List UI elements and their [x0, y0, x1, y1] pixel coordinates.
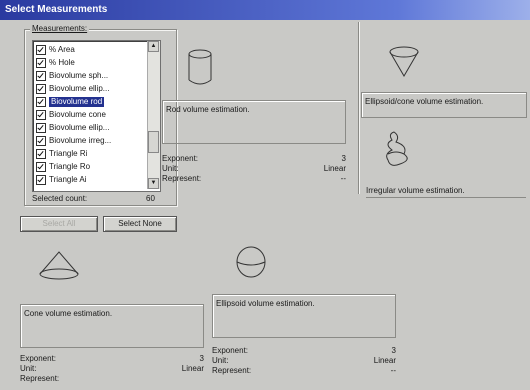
checkbox[interactable] [36, 174, 46, 185]
select-all-button[interactable]: Select All [20, 216, 98, 232]
represent-value: -- [390, 366, 396, 375]
unit-value: Linear [181, 364, 204, 373]
exponent-label: Exponent: [20, 354, 57, 363]
list-item[interactable]: Biovolume cone [36, 109, 141, 120]
list-item[interactable]: Biovolume ellip... [36, 122, 141, 133]
scroll-up-icon[interactable]: ▲ [148, 41, 159, 52]
scroll-down-icon[interactable]: ▼ [148, 178, 159, 189]
cone-icon [39, 251, 79, 280]
checkbox[interactable] [36, 161, 46, 172]
list-item[interactable]: Triangle Ro [36, 161, 141, 172]
list-item-label: Triangle Ri [49, 148, 88, 158]
list-item-label: Biovolume irreg... [49, 135, 112, 145]
selected-count-value: 60 [146, 194, 155, 203]
unit-value: Linear [323, 164, 346, 173]
checkbox[interactable] [36, 57, 46, 68]
exponent-value: 3 [391, 346, 396, 355]
represent-label: Represent: [212, 366, 252, 375]
exponent-value: 3 [341, 154, 346, 163]
selected-count-label: Selected count: [32, 194, 88, 203]
unit-label: Unit: [212, 356, 229, 365]
select-none-button[interactable]: Select None [103, 216, 177, 232]
ellipsoid-cone-icon [389, 46, 419, 77]
list-item[interactable]: Triangle Ri [36, 148, 141, 159]
cylinder-icon [188, 49, 212, 85]
checkbox[interactable] [36, 109, 46, 120]
exponent-value: 3 [199, 354, 204, 363]
checkbox[interactable] [36, 122, 46, 133]
ellipsoid-properties: Exponent: 3 Unit: Linear Represent: -- [212, 346, 396, 376]
list-item[interactable]: % Area [36, 44, 141, 55]
cone-description: Cone volume estimation. [20, 304, 204, 348]
checkbox[interactable] [36, 135, 46, 146]
list-item-label: % Area [49, 44, 75, 54]
represent-label: Represent: [20, 374, 60, 383]
cone-properties: Exponent: 3 Unit: Linear Represent: [20, 354, 204, 384]
unit-label: Unit: [162, 164, 179, 173]
represent-label: Represent: [162, 174, 202, 183]
unit-label: Unit: [20, 364, 37, 373]
list-item[interactable]: Biovolume rod [36, 96, 141, 107]
measurements-list[interactable]: % Area % Hole Biovolume sph... Biovolume el… [32, 40, 161, 192]
checkbox[interactable] [36, 83, 46, 94]
window-title: Select Measurements [0, 0, 530, 20]
checkbox[interactable] [36, 44, 46, 55]
exponent-label: Exponent: [162, 154, 199, 163]
list-item-label: Biovolume ellip... [49, 83, 110, 93]
list-item-label: % Hole [49, 57, 75, 67]
rod-properties: Exponent: 3 Unit: Linear Represent: -- [162, 154, 346, 184]
exponent-label: Exponent: [212, 346, 249, 355]
ellipsoid-icon [236, 246, 266, 278]
list-item[interactable]: Biovolume ellip... [36, 83, 141, 94]
scroll-thumb[interactable] [148, 131, 159, 153]
list-item-label: Triangle Ro [49, 161, 91, 171]
ellipsoid-description: Ellipsoid volume estimation. [212, 294, 396, 338]
list-item-label: Triangle Ai [49, 174, 87, 184]
list-item[interactable]: Biovolume sph... [36, 70, 141, 81]
rod-description: Rod volume estimation. [162, 100, 346, 144]
represent-value: -- [340, 174, 346, 183]
irregular-description: Irregular volume estimation. [366, 186, 526, 198]
right-panel-divider [358, 22, 359, 194]
list-item-label: Biovolume ellip... [49, 122, 110, 132]
list-scrollbar[interactable]: ▲ ▼ [147, 41, 160, 189]
measurements-label: Measurements: [30, 24, 90, 33]
list-item[interactable]: Biovolume irreg... [36, 135, 141, 146]
list-item-label: Biovolume cone [49, 109, 106, 119]
list-item[interactable]: Triangle Ai [36, 174, 141, 185]
checkbox[interactable] [36, 148, 46, 159]
list-item[interactable]: % Hole [36, 57, 141, 68]
ellipsoid-cone-description: Ellipsoid/cone volume estimation. [361, 92, 527, 118]
unit-value: Linear [373, 356, 396, 365]
checkbox[interactable] [36, 70, 46, 81]
list-item-label: Biovolume sph... [49, 70, 109, 80]
checkbox[interactable] [36, 96, 46, 107]
list-item-label: Biovolume rod [49, 96, 105, 107]
irregular-shape-icon [386, 131, 408, 166]
